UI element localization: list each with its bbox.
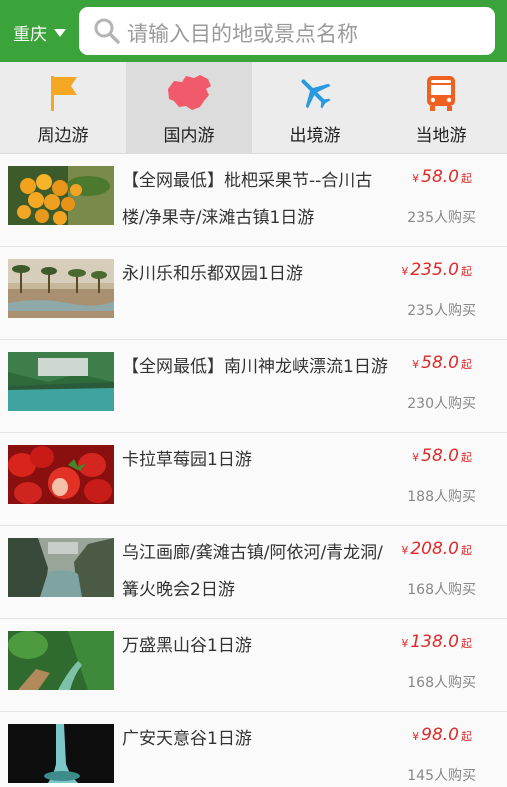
list-item[interactable]: 乌江画廊/龚滩古镇/阿依河/青龙洞/篝火晚会2日游 ¥208.0 起 168人购买 — [0, 526, 507, 619]
item-price: ¥58.0 起 — [412, 446, 472, 466]
item-price: ¥98.0 起 — [412, 725, 472, 745]
product-thumbnail — [8, 724, 114, 783]
item-buyers: 168人购买 — [407, 582, 476, 598]
item-buyers: 168人购买 — [407, 675, 476, 691]
item-buyers: 145人购买 — [407, 768, 476, 784]
list-item[interactable]: 卡拉草莓园1日游 ¥58.0 起 188人购买 — [0, 433, 507, 526]
list-item[interactable]: 【全网最低】枇杷采果节--合川古楼/净果寺/涞滩古镇1日游 ¥58.0 起 235… — [0, 154, 507, 247]
airplane-icon — [301, 79, 331, 109]
item-title: 永川乐和乐都双园1日游 — [122, 264, 303, 284]
product-thumbnail — [8, 445, 114, 504]
tab-label: 国内游 — [163, 126, 215, 146]
china-map-icon — [168, 75, 211, 110]
tab-domestic[interactable]: 国内游 — [126, 62, 252, 153]
city-label: 重庆 — [13, 25, 47, 45]
search-input[interactable]: 请输入目的地或景点名称 — [79, 7, 495, 55]
tab-label: 出境游 — [289, 126, 341, 146]
tab-nearby[interactable]: 周边游 — [0, 62, 126, 153]
search-placeholder: 请输入目的地或景点名称 — [127, 22, 358, 46]
tab-label: 当地游 — [415, 126, 467, 146]
flag-icon — [51, 76, 77, 111]
item-price: ¥58.0 起 — [412, 167, 472, 187]
item-price: ¥138.0 起 — [401, 632, 472, 652]
city-selector[interactable]: 重庆 — [13, 20, 66, 45]
item-title: 【全网最低】南川神龙峡漂流1日游 — [122, 357, 388, 377]
category-tabs: 周边游 国内游 出境游 当地游 — [0, 62, 507, 154]
top-bar: 重庆 请输入目的地或景点名称 — [0, 0, 507, 62]
dropdown-arrow-icon — [54, 28, 66, 37]
item-buyers: 235人购买 — [407, 210, 476, 226]
product-thumbnail — [8, 352, 114, 411]
item-title: 万盛黑山谷1日游 — [122, 636, 252, 656]
list-item[interactable]: 万盛黑山谷1日游 ¥138.0 起 168人购买 — [0, 619, 507, 712]
item-title: 乌江画廊/龚滩古镇/阿依河/青龙洞/篝火晚会2日游 — [122, 543, 383, 600]
product-thumbnail — [8, 166, 114, 225]
item-title: 【全网最低】枇杷采果节--合川古楼/净果寺/涞滩古镇1日游 — [122, 171, 373, 228]
product-thumbnail — [8, 631, 114, 690]
item-buyers: 188人购买 — [407, 489, 476, 505]
search-icon — [94, 18, 120, 44]
list-item[interactable]: 【全网最低】南川神龙峡漂流1日游 ¥58.0 起 230人购买 — [0, 340, 507, 433]
item-price: ¥235.0 起 — [401, 260, 472, 280]
list-item[interactable]: 永川乐和乐都双园1日游 ¥235.0 起 235人购买 — [0, 247, 507, 340]
bus-icon — [427, 76, 455, 111]
list-item[interactable]: 广安天意谷1日游 ¥98.0 起 145人购买 — [0, 712, 507, 787]
item-price: ¥208.0 起 — [401, 539, 472, 559]
item-buyers: 235人购买 — [407, 303, 476, 319]
tab-outbound[interactable]: 出境游 — [252, 62, 378, 153]
item-title: 广安天意谷1日游 — [122, 729, 252, 749]
tab-local[interactable]: 当地游 — [378, 62, 507, 153]
product-thumbnail — [8, 259, 114, 318]
item-price: ¥58.0 起 — [412, 353, 472, 373]
item-title: 卡拉草莓园1日游 — [122, 450, 252, 470]
product-thumbnail — [8, 538, 114, 597]
tab-label: 周边游 — [37, 126, 89, 146]
item-buyers: 230人购买 — [407, 396, 476, 412]
